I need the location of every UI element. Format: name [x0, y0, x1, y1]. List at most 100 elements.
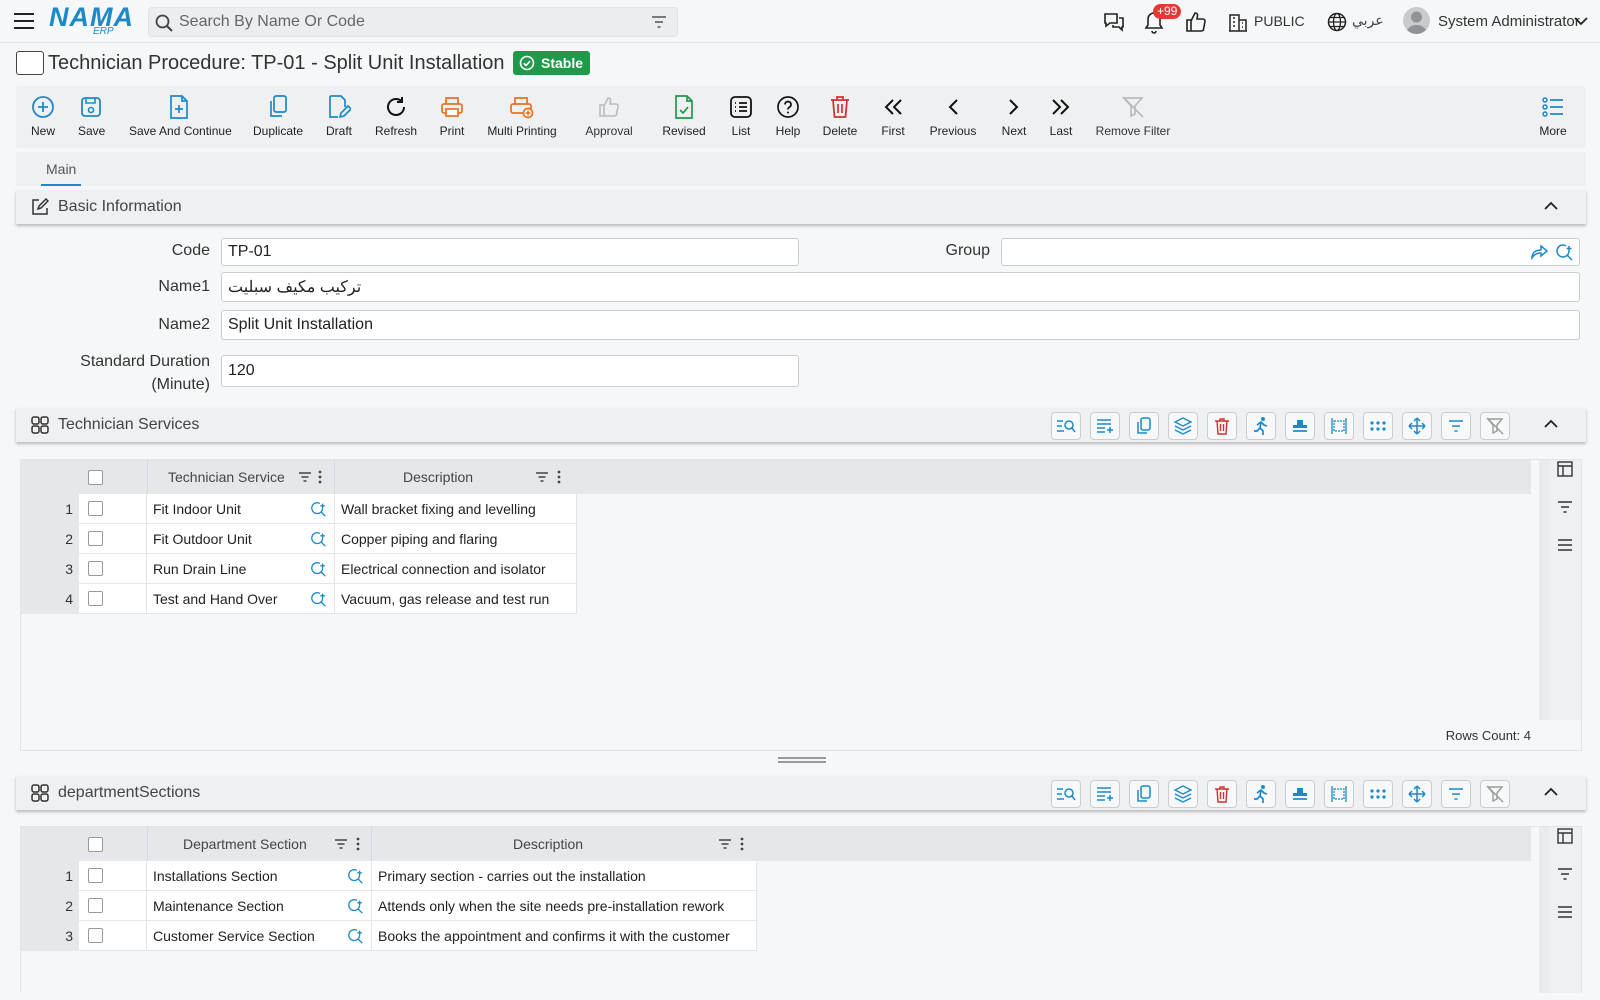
column-menu-icon[interactable]	[318, 470, 322, 484]
grid-run-button[interactable]	[1246, 780, 1276, 808]
grid-move-button[interactable]	[1402, 412, 1432, 440]
search-add-icon[interactable]	[1555, 243, 1575, 261]
search-add-icon[interactable]	[310, 530, 328, 548]
grid-dots-button[interactable]	[1363, 780, 1393, 808]
menu-icon[interactable]	[13, 11, 35, 31]
refresh-button[interactable]: Refresh	[373, 94, 419, 138]
search-add-icon[interactable]	[310, 500, 328, 518]
description-cell[interactable]: Wall bracket fixing and levelling	[335, 494, 577, 524]
row-checkbox[interactable]	[88, 898, 103, 913]
table-settings-icon[interactable]	[1557, 461, 1573, 477]
grid-fit-width-button[interactable]	[1324, 780, 1354, 808]
nama-logo[interactable]: NAMA ERP	[49, 4, 134, 38]
revised-button[interactable]: Revised	[661, 94, 707, 138]
column-header-description[interactable]: Description	[334, 460, 576, 494]
technician-service-cell[interactable]: Test and Hand Over	[147, 584, 335, 614]
remove-filter-button[interactable]: Remove Filter	[1095, 94, 1171, 138]
grid-delete-button[interactable]	[1207, 780, 1237, 808]
grid-remove-filter-button[interactable]	[1480, 780, 1510, 808]
new-button[interactable]: New	[30, 94, 56, 138]
search-add-icon[interactable]	[347, 867, 365, 885]
search-add-icon[interactable]	[347, 927, 365, 945]
grid-search-button[interactable]	[1051, 780, 1081, 808]
grid-run-button[interactable]	[1246, 412, 1276, 440]
grid-remove-filter-button[interactable]	[1480, 412, 1510, 440]
column-header-department-section[interactable]: Department Section	[147, 827, 369, 861]
save-and-continue-button[interactable]: Save And Continue	[129, 94, 232, 138]
grid-copy-button[interactable]	[1129, 412, 1159, 440]
menu-lines-icon[interactable]	[1557, 538, 1573, 552]
name2-field[interactable]	[221, 310, 1580, 340]
globe-icon[interactable]	[1327, 12, 1347, 32]
share-icon[interactable]	[1531, 244, 1549, 260]
description-cell[interactable]: Copper piping and flaring	[335, 524, 577, 554]
description-cell[interactable]: Primary section - carries out the instal…	[372, 861, 757, 891]
column-header-description[interactable]: Description	[371, 827, 757, 861]
tab-main[interactable]: Main	[41, 161, 82, 186]
duplicate-button[interactable]: Duplicate	[252, 94, 304, 138]
grid-dots-button[interactable]	[1363, 412, 1393, 440]
department-section-cell[interactable]: Customer Service Section	[147, 921, 372, 951]
search-add-icon[interactable]	[310, 560, 328, 578]
next-button[interactable]: Next	[1001, 94, 1027, 138]
row-checkbox[interactable]	[88, 501, 103, 516]
user-name[interactable]: System Administrator	[1438, 13, 1580, 30]
grid-add-row-button[interactable]	[1090, 780, 1120, 808]
row-checkbox[interactable]	[88, 591, 103, 606]
print-button[interactable]: Print	[438, 94, 466, 138]
user-avatar[interactable]	[1403, 7, 1430, 34]
vertical-scrollbar[interactable]	[1539, 460, 1549, 720]
branch-building-icon[interactable]	[1228, 12, 1248, 32]
chat-icon[interactable]	[1102, 10, 1126, 34]
menu-lines-icon[interactable]	[1557, 905, 1573, 919]
search-filter-icon[interactable]	[651, 15, 667, 29]
row-checkbox[interactable]	[88, 928, 103, 943]
filter-icon[interactable]	[1557, 867, 1573, 881]
standard-duration-field[interactable]	[221, 355, 799, 387]
search-input[interactable]	[179, 12, 629, 32]
list-button[interactable]: List	[728, 94, 754, 138]
language-switch[interactable]: عربي	[1352, 12, 1384, 29]
description-cell[interactable]: Vacuum, gas release and test run	[335, 584, 577, 614]
grid-move-button[interactable]	[1402, 780, 1432, 808]
group-field[interactable]	[1001, 238, 1580, 266]
chevron-up-icon[interactable]	[1544, 201, 1558, 211]
more-button[interactable]: More	[1538, 94, 1568, 138]
code-field[interactable]	[221, 238, 799, 266]
grid-copy-button[interactable]	[1129, 780, 1159, 808]
grid-filter-button[interactable]	[1441, 412, 1471, 440]
grid-filter-button[interactable]	[1441, 780, 1471, 808]
table-settings-icon[interactable]	[1557, 828, 1573, 844]
row-checkbox[interactable]	[88, 868, 103, 883]
last-button[interactable]: Last	[1048, 94, 1074, 138]
select-all-checkbox[interactable]	[88, 470, 103, 485]
grid-layers-button[interactable]	[1168, 780, 1198, 808]
department-sections-header[interactable]: departmentSections	[16, 776, 1586, 810]
column-menu-icon[interactable]	[356, 837, 360, 851]
column-filter-icon[interactable]	[535, 471, 549, 483]
grid-stamp-button[interactable]	[1285, 780, 1315, 808]
technician-service-cell[interactable]: Fit Outdoor Unit	[147, 524, 335, 554]
first-button[interactable]: First	[880, 94, 906, 138]
row-checkbox[interactable]	[88, 561, 103, 576]
name1-field[interactable]	[221, 272, 1580, 302]
department-section-cell[interactable]: Maintenance Section	[147, 891, 372, 921]
technician-service-cell[interactable]: Run Drain Line	[147, 554, 335, 584]
previous-button[interactable]: Previous	[928, 94, 978, 138]
vertical-scrollbar[interactable]	[1539, 827, 1549, 993]
column-menu-icon[interactable]	[557, 470, 561, 484]
multi-printing-button[interactable]: Multi Printing	[487, 94, 557, 138]
description-cell[interactable]: Books the appointment and confirms it wi…	[372, 921, 757, 951]
technician-service-cell[interactable]: Fit Indoor Unit	[147, 494, 335, 524]
resize-handle[interactable]	[778, 757, 826, 763]
search-add-icon[interactable]	[347, 897, 365, 915]
description-cell[interactable]: Attends only when the site needs pre-ins…	[372, 891, 757, 921]
save-button[interactable]: Save	[78, 94, 105, 138]
column-filter-icon[interactable]	[718, 838, 732, 850]
draft-button[interactable]: Draft	[326, 94, 352, 138]
search-add-icon[interactable]	[310, 590, 328, 608]
select-all-checkbox[interactable]	[88, 837, 103, 852]
grid-search-button[interactable]	[1051, 412, 1081, 440]
grid-fit-width-button[interactable]	[1324, 412, 1354, 440]
column-filter-icon[interactable]	[298, 471, 312, 483]
